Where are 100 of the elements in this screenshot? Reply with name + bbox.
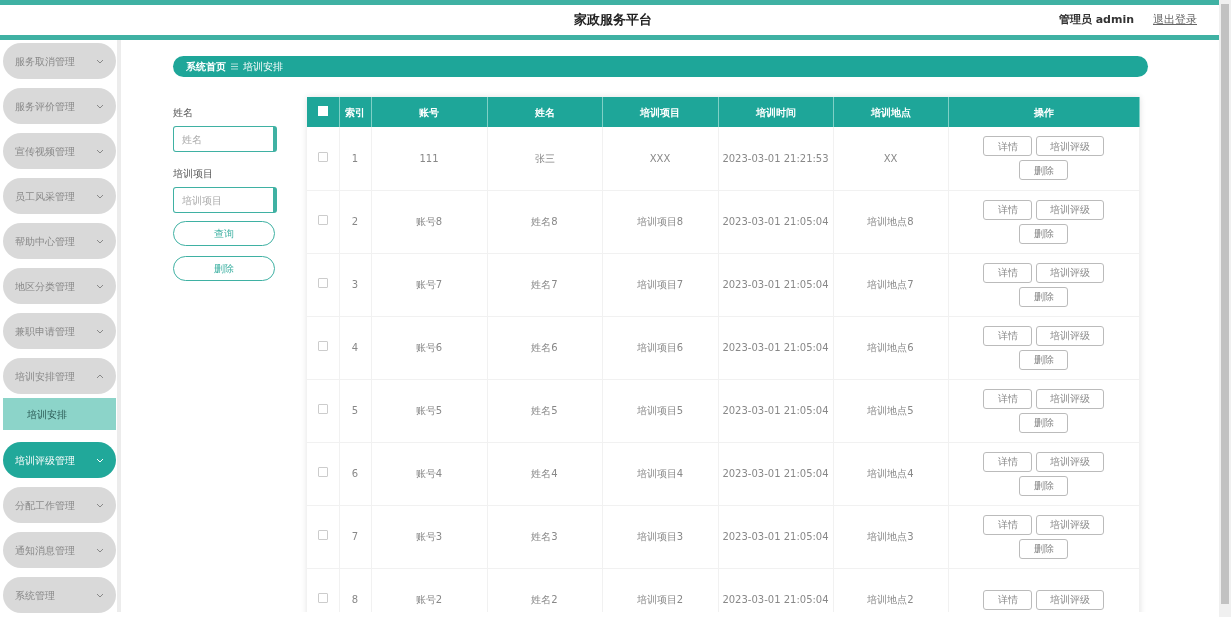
search-field[interactable]: 培训项目 bbox=[173, 187, 277, 213]
sidebar-item[interactable]: 员工风采管理 bbox=[3, 178, 116, 214]
action-button[interactable]: 详情 bbox=[983, 388, 1032, 409]
table-cell: 6 bbox=[351, 468, 359, 479]
action-button[interactable]: 培训评级 bbox=[1036, 388, 1104, 409]
scrollbar[interactable] bbox=[1219, 0, 1231, 617]
row-checkbox[interactable] bbox=[317, 151, 328, 162]
chevron-down-icon bbox=[96, 103, 104, 109]
row-checkbox[interactable] bbox=[317, 530, 328, 540]
action-button[interactable]: 删除 bbox=[1019, 160, 1068, 181]
breadcrumb-separator-icon bbox=[231, 63, 238, 70]
action-button[interactable]: 培训评级 bbox=[1036, 262, 1104, 283]
chevron-down-icon bbox=[96, 58, 104, 64]
sidebar-item[interactable]: 分配工作管理 bbox=[3, 487, 116, 523]
field-label: 培训项目 bbox=[173, 167, 214, 181]
search-field[interactable]: 姓名 bbox=[173, 126, 277, 152]
table-cell: 账号3 bbox=[415, 531, 443, 542]
action-button[interactable]: 详情 bbox=[983, 589, 1032, 610]
row-checkbox[interactable] bbox=[317, 467, 328, 477]
table-cell: 2023-03-01 21:05:04 bbox=[722, 405, 829, 416]
action-button[interactable]: 培训评级 bbox=[1036, 589, 1104, 610]
action-button[interactable]: 培训评级 bbox=[1036, 325, 1104, 346]
table-cell: 培训项目5 bbox=[636, 405, 684, 416]
table-cell: 培训项目3 bbox=[636, 531, 684, 542]
action-button[interactable]: 删除 bbox=[1019, 475, 1068, 496]
sidebar-item[interactable]: 服务取消管理 bbox=[3, 43, 116, 79]
table-cell: 账号2 bbox=[415, 594, 443, 605]
table-cell: 2023-03-01 21:05:04 bbox=[722, 279, 829, 290]
sidebar-item[interactable]: 帮助中心管理 bbox=[3, 223, 116, 259]
chevron-down-icon bbox=[96, 592, 104, 598]
table-cell: 培训项目2 bbox=[636, 594, 684, 605]
chevron-down-icon bbox=[96, 457, 104, 463]
search-button[interactable]: 删除 bbox=[173, 256, 275, 281]
select-all-checkbox[interactable] bbox=[317, 105, 328, 116]
table-cell: 姓名6 bbox=[531, 342, 558, 353]
chevron-down-icon bbox=[96, 547, 104, 553]
action-button[interactable]: 详情 bbox=[983, 136, 1032, 157]
action-button[interactable]: 培训评级 bbox=[1036, 199, 1104, 220]
action-button[interactable]: 删除 bbox=[1019, 223, 1068, 244]
action-button[interactable]: 培训评级 bbox=[1036, 136, 1104, 157]
chevron-down-icon bbox=[96, 238, 104, 244]
table-cell: 姓名5 bbox=[531, 405, 558, 416]
table-cell: 3 bbox=[351, 279, 359, 290]
row-checkbox[interactable] bbox=[317, 278, 328, 288]
column-header: 姓名 bbox=[534, 106, 555, 118]
table-cell: 培训项目6 bbox=[636, 342, 684, 353]
sidebar-item[interactable]: 系统管理 bbox=[3, 577, 116, 613]
field-label: 姓名 bbox=[173, 106, 194, 120]
table-cell: 培训地点7 bbox=[867, 279, 914, 290]
row-checkbox[interactable] bbox=[317, 404, 328, 414]
chevron-down-icon bbox=[96, 502, 104, 508]
table-cell: 5 bbox=[351, 405, 359, 416]
table-cell: 111 bbox=[419, 152, 439, 164]
table-cell: 4 bbox=[351, 342, 359, 353]
sidebar-item[interactable]: 兼职申请管理 bbox=[3, 313, 116, 349]
sidebar-item[interactable]: 地区分类管理 bbox=[3, 268, 116, 304]
action-button[interactable]: 详情 bbox=[983, 199, 1032, 220]
table-cell: 姓名7 bbox=[531, 279, 558, 290]
sidebar-item[interactable]: 通知消息管理 bbox=[3, 532, 116, 568]
breadcrumb-link[interactable]: 系统首页 bbox=[186, 59, 226, 74]
sidebar-subitem[interactable]: 培训安排 bbox=[3, 398, 116, 430]
sidebar-item[interactable]: 培训评级管理 bbox=[3, 442, 116, 478]
app-title: 家政服务平台 bbox=[574, 11, 652, 30]
row-checkbox[interactable] bbox=[317, 215, 328, 225]
sidebar-item[interactable]: 宣传视频管理 bbox=[3, 133, 116, 169]
sidebar-item[interactable]: 服务评价管理 bbox=[3, 88, 116, 124]
action-button[interactable]: 删除 bbox=[1019, 538, 1068, 559]
table-cell: 培训地点3 bbox=[867, 531, 914, 542]
table-cell: 培训项目8 bbox=[636, 216, 684, 227]
action-button[interactable]: 详情 bbox=[983, 325, 1032, 346]
table-cell: 培训地点5 bbox=[867, 405, 914, 416]
logout-link[interactable]: 退出登录 bbox=[1153, 11, 1197, 29]
chevron-down-icon bbox=[96, 283, 104, 289]
table-cell: 7 bbox=[351, 531, 359, 542]
table-cell: 培训地点2 bbox=[867, 594, 914, 605]
column-header: 操作 bbox=[1033, 106, 1054, 118]
table-cell: 8 bbox=[351, 594, 359, 605]
table-cell: 账号6 bbox=[415, 342, 443, 353]
action-button[interactable]: 删除 bbox=[1019, 286, 1068, 307]
table-cell: 姓名2 bbox=[531, 594, 558, 605]
breadcrumb-link[interactable]: 培训安排 bbox=[243, 59, 283, 74]
column-header: 培训时间 bbox=[755, 106, 796, 118]
search-button[interactable]: 查询 bbox=[173, 221, 275, 246]
action-button[interactable]: 培训评级 bbox=[1036, 451, 1104, 472]
row-checkbox[interactable] bbox=[317, 341, 328, 351]
table-cell: 账号7 bbox=[415, 279, 443, 290]
table-cell: 2023-03-01 21:05:04 bbox=[722, 468, 829, 479]
chevron-down-icon bbox=[96, 148, 104, 154]
column-header: 索引 bbox=[345, 106, 365, 118]
action-button[interactable]: 删除 bbox=[1019, 412, 1068, 433]
table-cell: 2023-03-01 21:05:04 bbox=[722, 342, 829, 353]
action-button[interactable]: 详情 bbox=[983, 262, 1032, 283]
chevron-down-icon bbox=[96, 193, 104, 199]
action-button[interactable]: 培训评级 bbox=[1036, 514, 1104, 535]
column-header: 培训项目 bbox=[640, 106, 680, 118]
action-button[interactable]: 删除 bbox=[1019, 349, 1068, 370]
sidebar-item[interactable]: 培训安排管理 bbox=[3, 358, 116, 394]
action-button[interactable]: 详情 bbox=[983, 514, 1032, 535]
action-button[interactable]: 详情 bbox=[983, 451, 1032, 472]
row-checkbox[interactable] bbox=[317, 593, 328, 603]
